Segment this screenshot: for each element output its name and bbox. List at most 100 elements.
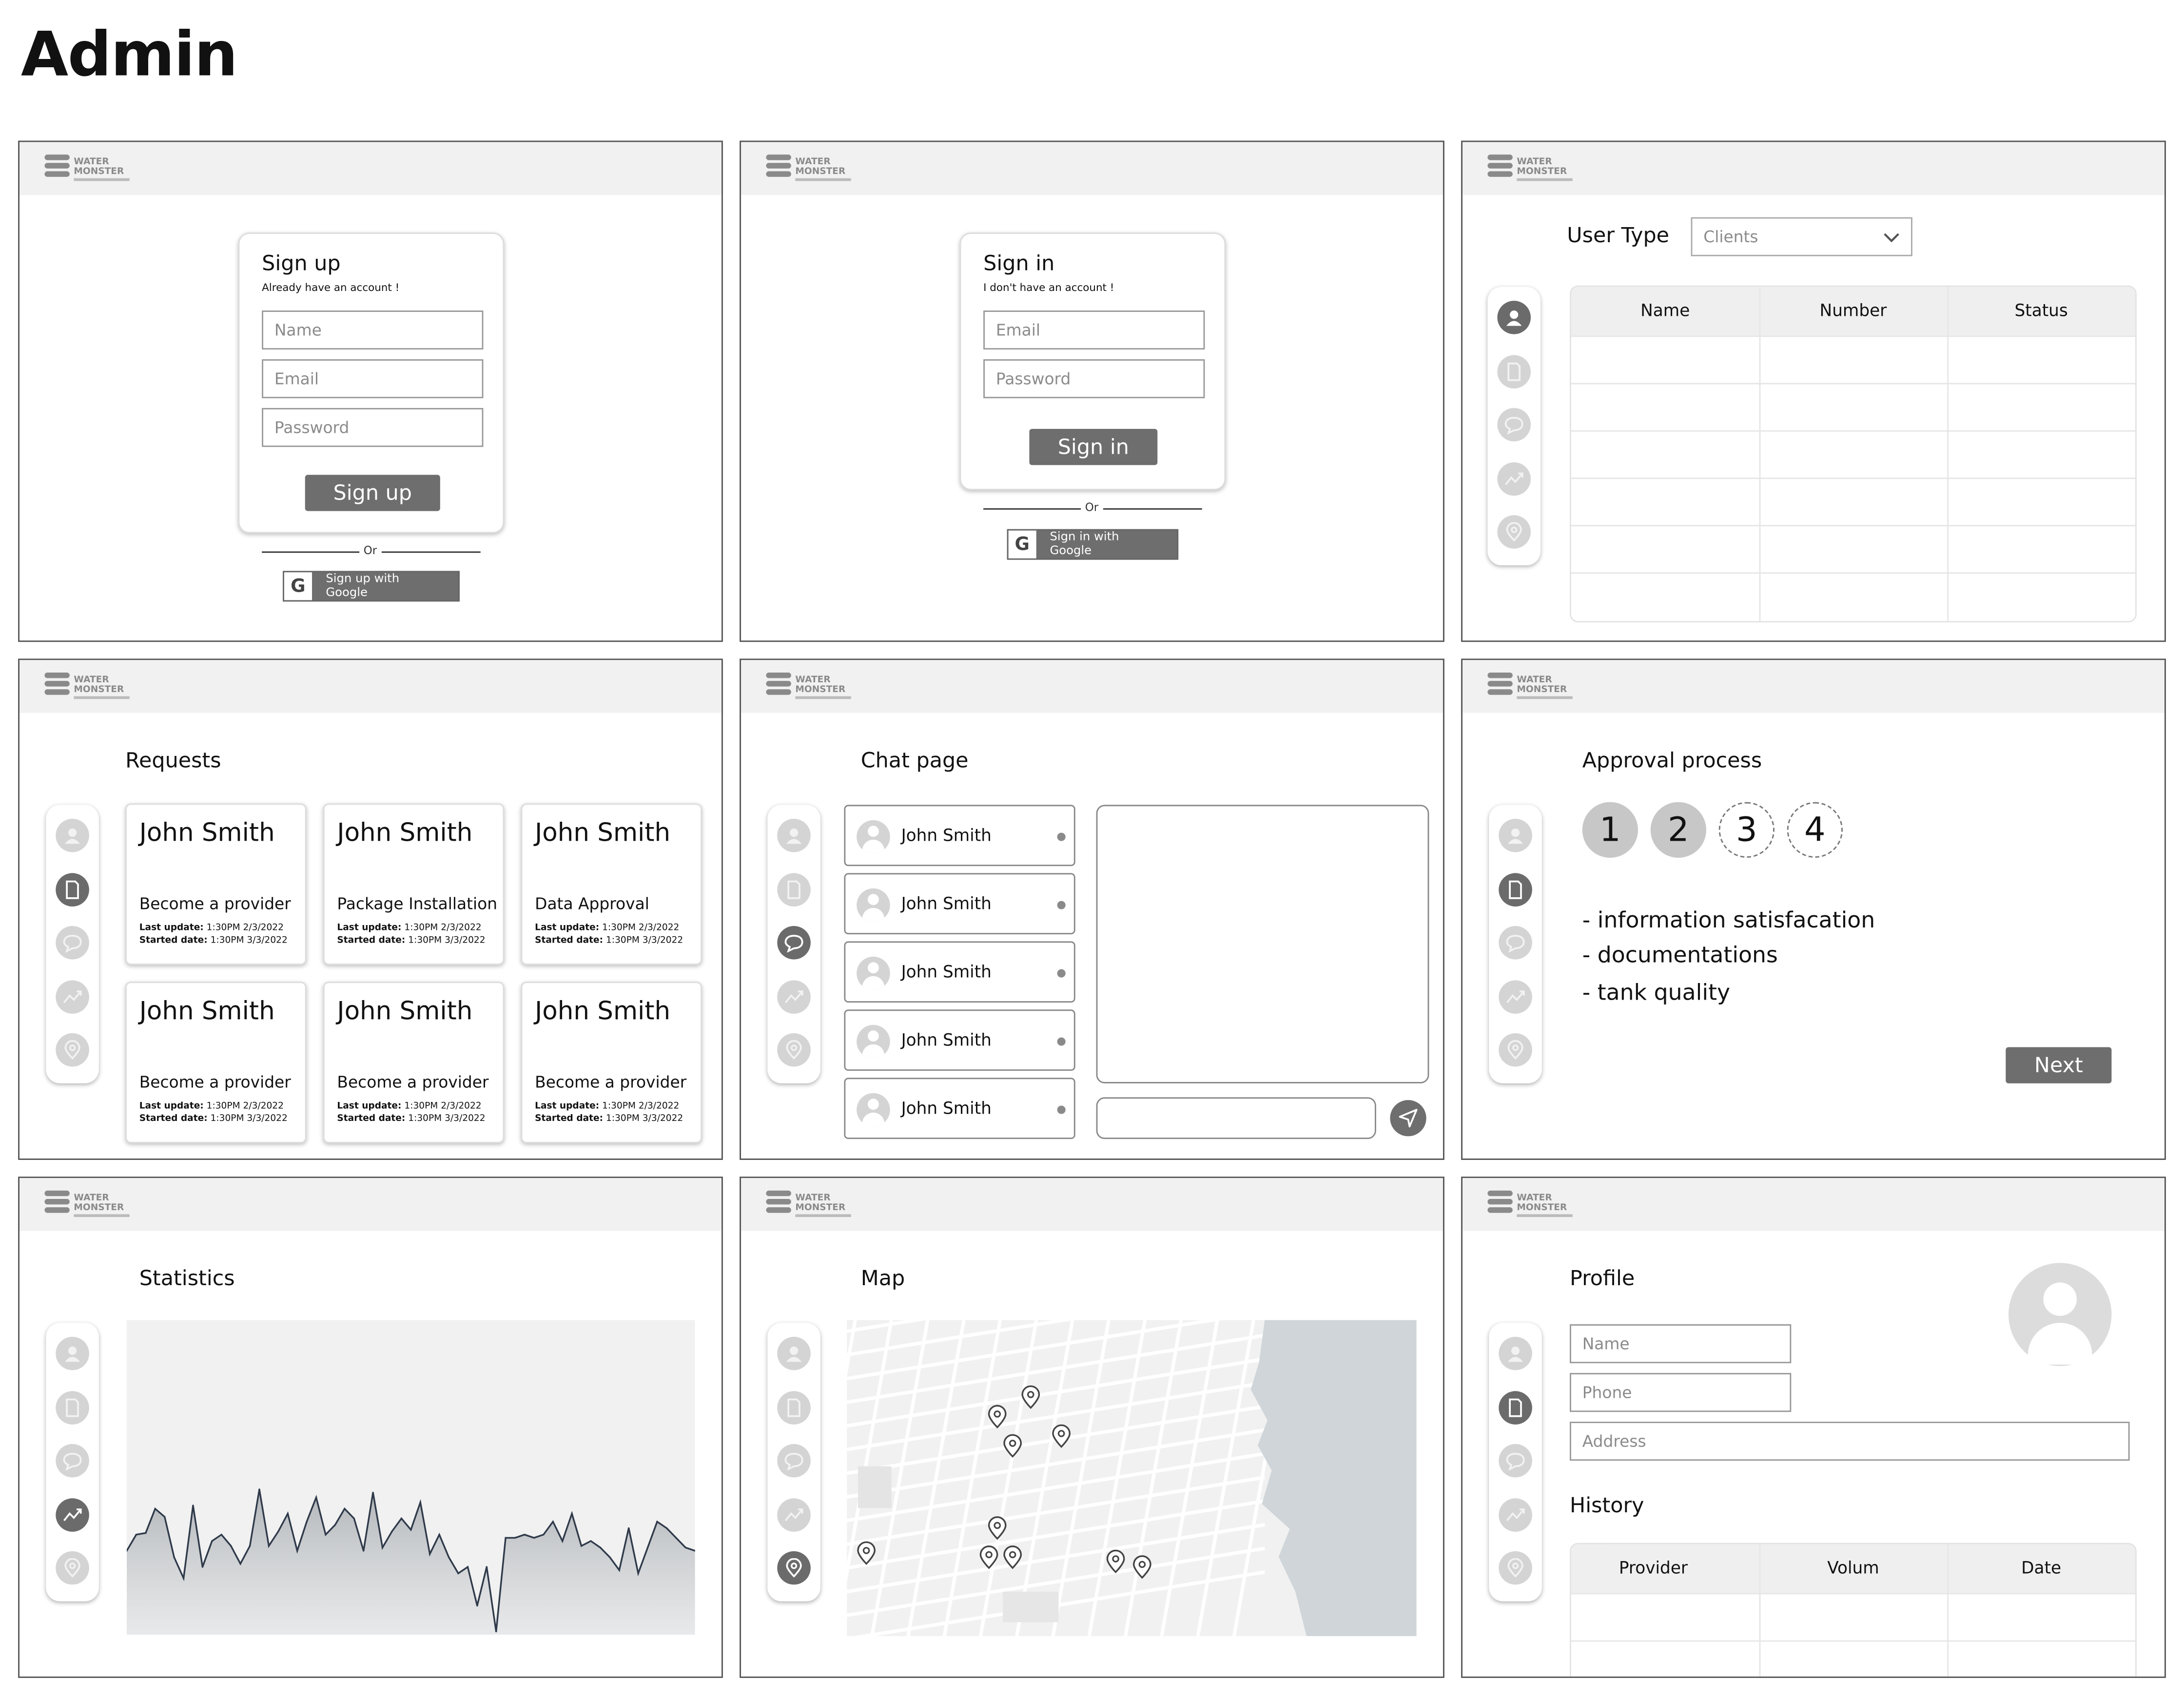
- nav-requests[interactable]: [56, 1390, 89, 1424]
- data-point: [609, 1556, 611, 1558]
- checklist-item: - documentations: [1582, 941, 1778, 968]
- signin-button[interactable]: Sign in: [1029, 429, 1158, 465]
- name-field[interactable]: Name: [262, 310, 484, 350]
- nav-statistics[interactable]: [1499, 1497, 1532, 1531]
- nav-requests[interactable]: [1499, 872, 1532, 906]
- column-header-number[interactable]: Number: [1759, 301, 1948, 320]
- document-icon: [1504, 361, 1524, 381]
- nav-map[interactable]: [56, 1551, 89, 1585]
- avatar-user-icon: [857, 1024, 890, 1059]
- data-point: [135, 1534, 137, 1536]
- side-nav: [767, 1323, 820, 1601]
- avatar[interactable]: [2008, 1263, 2112, 1366]
- nav-map[interactable]: [777, 1033, 811, 1067]
- chat-contact[interactable]: John Smith: [844, 805, 1075, 867]
- chat-contact[interactable]: John Smith: [844, 1009, 1075, 1071]
- location-pin-icon: [1506, 1558, 1525, 1578]
- step-4[interactable]: 4: [1787, 802, 1843, 858]
- nav-chat[interactable]: [1497, 408, 1531, 442]
- checklist-item: - information satisfacation: [1582, 906, 1875, 933]
- nav-chat[interactable]: [777, 1444, 811, 1478]
- chat-contact[interactable]: John Smith: [844, 941, 1075, 1003]
- nav-map[interactable]: [1497, 515, 1531, 549]
- nav-map[interactable]: [1499, 1033, 1532, 1067]
- email-field[interactable]: Email: [983, 310, 1205, 350]
- request-card[interactable]: John Smith Become a provider Last update: …: [323, 982, 505, 1143]
- nav-requests[interactable]: [56, 872, 89, 906]
- nav-statistics[interactable]: [1499, 980, 1532, 1013]
- column-header-name[interactable]: Name: [1571, 301, 1759, 320]
- requests-title: Requests: [125, 748, 221, 773]
- nav-chat[interactable]: [56, 1444, 89, 1478]
- request-card[interactable]: John Smith Become a provider Last update: …: [521, 982, 702, 1143]
- column-header-volum[interactable]: Volum: [1759, 1558, 1948, 1578]
- data-point: [258, 1488, 260, 1490]
- nav-statistics[interactable]: [777, 980, 811, 1013]
- status-dot: [1057, 832, 1066, 841]
- nav-users[interactable]: [777, 819, 811, 852]
- column-header-status[interactable]: Status: [1947, 301, 2135, 320]
- request-card[interactable]: John Smith Become a provider Last update: …: [125, 803, 307, 965]
- next-button[interactable]: Next: [2006, 1047, 2112, 1083]
- address-field[interactable]: Address: [1570, 1422, 2130, 1461]
- request-card[interactable]: John Smith Data Approval Last update: 1:30…: [521, 803, 702, 965]
- message-input[interactable]: [1096, 1097, 1376, 1139]
- step-1[interactable]: 1: [1582, 802, 1638, 858]
- nav-statistics[interactable]: [1497, 462, 1531, 495]
- password-field[interactable]: Password: [983, 359, 1205, 399]
- nav-chat[interactable]: [1499, 1444, 1532, 1478]
- nav-map[interactable]: [1499, 1551, 1532, 1585]
- nav-statistics[interactable]: [777, 1497, 811, 1531]
- request-last-update: Last update: 1:30PM 2/3/2022: [337, 1100, 482, 1111]
- nav-chat[interactable]: [777, 926, 811, 960]
- data-point: [476, 1604, 478, 1607]
- request-customer-name: John Smith: [337, 819, 473, 848]
- data-point: [562, 1540, 564, 1542]
- step-2[interactable]: 2: [1650, 802, 1706, 858]
- request-card[interactable]: John Smith Package Installation Last updat…: [323, 803, 505, 965]
- nav-requests[interactable]: [1497, 354, 1531, 388]
- nav-map[interactable]: [56, 1033, 89, 1067]
- nav-map[interactable]: [777, 1551, 811, 1585]
- nav-requests[interactable]: [1499, 1390, 1532, 1424]
- google-signin-button[interactable]: G Sign in with Google: [1007, 529, 1179, 560]
- nav-users[interactable]: [1499, 819, 1532, 852]
- signup-button[interactable]: Sign up: [305, 475, 440, 511]
- signup-subtitle[interactable]: Already have an account !: [262, 281, 399, 294]
- nav-requests[interactable]: [777, 1390, 811, 1424]
- step-3[interactable]: 3: [1718, 802, 1774, 858]
- nav-statistics[interactable]: [56, 1497, 89, 1531]
- nav-requests[interactable]: [777, 872, 811, 906]
- email-field[interactable]: Email: [262, 359, 484, 399]
- data-point: [173, 1556, 175, 1558]
- send-button[interactable]: [1390, 1100, 1426, 1137]
- nav-statistics[interactable]: [56, 980, 89, 1013]
- phone-field[interactable]: Phone: [1570, 1373, 1792, 1412]
- brand-logo: WATER MONSTER: [766, 153, 855, 187]
- nav-users[interactable]: [56, 1336, 89, 1370]
- map-view[interactable]: [847, 1320, 1417, 1637]
- request-type: Package Installation: [337, 894, 498, 914]
- column-header-provider[interactable]: Provider: [1571, 1558, 1736, 1578]
- password-field[interactable]: Password: [262, 408, 484, 447]
- request-card[interactable]: John Smith Become a provider Last update: …: [125, 982, 307, 1143]
- name-field[interactable]: Name: [1570, 1324, 1792, 1364]
- nav-users[interactable]: [56, 819, 89, 852]
- column-header-date[interactable]: Date: [1947, 1558, 2135, 1578]
- google-signup-button[interactable]: G Sign up with Google: [283, 571, 460, 602]
- nav-users[interactable]: [1499, 1336, 1532, 1370]
- user-icon: [63, 1344, 82, 1363]
- water-logo-icon: [44, 154, 70, 184]
- nav-users[interactable]: [1497, 301, 1531, 334]
- nav-chat[interactable]: [56, 926, 89, 960]
- user-type-select[interactable]: Clients: [1691, 217, 1912, 256]
- data-point: [249, 1545, 251, 1547]
- request-type: Become a provider: [139, 1072, 291, 1092]
- request-customer-name: John Smith: [139, 819, 275, 848]
- nav-users[interactable]: [777, 1336, 811, 1370]
- nav-chat[interactable]: [1499, 926, 1532, 960]
- chat-contact[interactable]: John Smith: [844, 1078, 1075, 1139]
- water-logo-icon: [1487, 1190, 1513, 1220]
- chat-contact[interactable]: John Smith: [844, 873, 1075, 935]
- signin-subtitle[interactable]: I don't have an account !: [983, 281, 1114, 294]
